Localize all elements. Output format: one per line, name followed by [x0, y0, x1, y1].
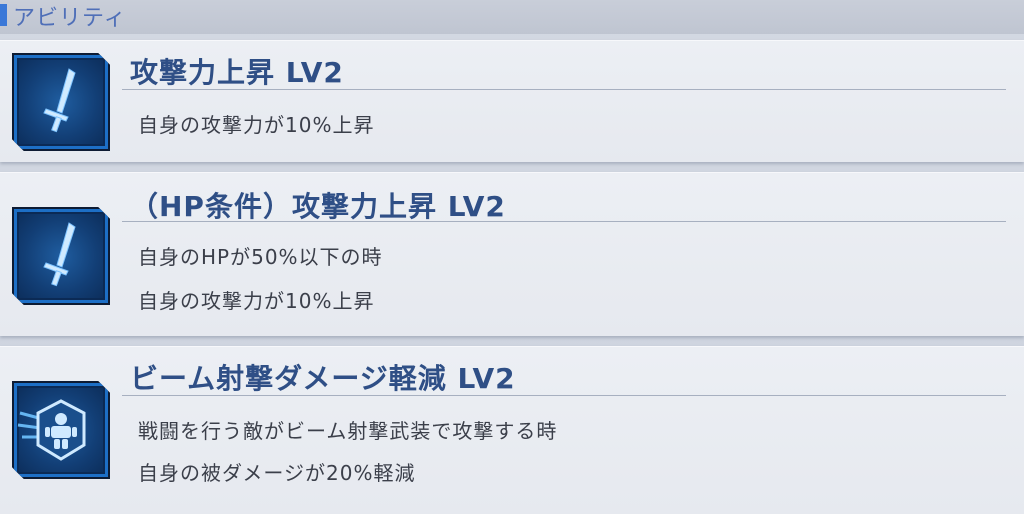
title-divider — [122, 221, 1006, 222]
ability-card-2[interactable]: （HP条件）攻撃力上昇 LV2 自身のHPが50%以下の時 自身の攻撃力が10%… — [0, 172, 1024, 336]
title-divider — [122, 89, 1006, 90]
ability-card-3[interactable]: ビーム射撃ダメージ軽減 LV2 戦闘を行う敵がビーム射撃武装で攻撃する時 自身の… — [0, 346, 1024, 514]
ability-description-line: 自身の攻撃力が10%上昇 — [138, 113, 375, 137]
title-divider — [122, 395, 1006, 396]
ability-title: （HP条件）攻撃力上昇 LV2 — [130, 190, 506, 223]
ability-title: 攻撃力上昇 LV2 — [130, 56, 344, 89]
ability-description-line: 自身の被ダメージが20%軽減 — [138, 461, 416, 485]
sword-icon — [12, 207, 110, 305]
beam-shield-icon — [12, 381, 110, 479]
ability-card-1[interactable]: 攻撃力上昇 LV2 自身の攻撃力が10%上昇 — [0, 40, 1024, 162]
section-accent-bar — [0, 4, 7, 26]
sword-icon — [12, 53, 110, 151]
ability-description-line: 自身の攻撃力が10%上昇 — [138, 289, 375, 313]
section-title: アビリティ — [13, 6, 127, 31]
section-header: アビリティ — [0, 0, 1024, 34]
ability-description-line: 戦闘を行う敵がビーム射撃武装で攻撃する時 — [138, 419, 558, 443]
ability-description-line: 自身のHPが50%以下の時 — [138, 245, 383, 269]
ability-title: ビーム射撃ダメージ軽減 LV2 — [130, 362, 516, 395]
